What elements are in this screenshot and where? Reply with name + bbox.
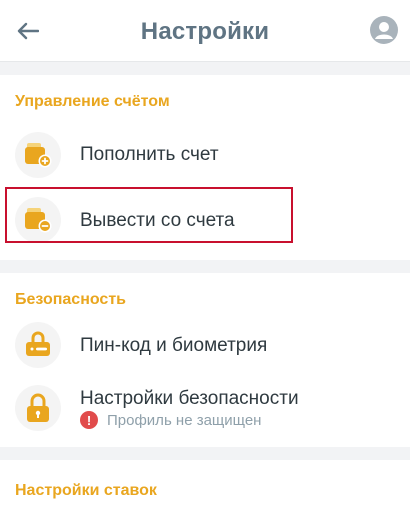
security-icon-wrap <box>15 385 61 431</box>
top-up-row[interactable]: Пополнить счет <box>0 124 410 186</box>
app-header: Настройки <box>0 0 410 62</box>
top-up-label: Пополнить счет <box>80 144 219 165</box>
page-title: Настройки <box>140 18 270 45</box>
withdraw-icon-wrap <box>15 197 61 243</box>
pin-biometry-label: Пин-код и биометрия <box>80 335 268 356</box>
security-status-text: Профиль не защищен <box>107 411 262 429</box>
security-settings-row[interactable]: Настройки безопасности <box>0 377 410 439</box>
bets-section: Настройки ставок <box>0 460 410 515</box>
wallet-minus-icon <box>25 208 52 233</box>
avatar-button[interactable] <box>370 16 398 44</box>
top-up-icon-wrap <box>15 132 61 178</box>
wallet-plus-icon <box>25 143 52 168</box>
account-section: Управление счётом Пополнить счет Вывести… <box>0 75 410 260</box>
account-section-title: Управление счётом <box>15 93 170 110</box>
bets-section-title[interactable]: Настройки ставок <box>15 482 157 500</box>
lock-pin-icon <box>26 331 50 356</box>
pin-icon-wrap <box>15 322 61 368</box>
withdraw-row[interactable]: Вывести со счета <box>0 189 410 251</box>
user-avatar-icon <box>370 16 398 44</box>
security-settings-label: Настройки безопасности <box>80 388 299 409</box>
security-section-title: Безопасность <box>15 291 126 308</box>
withdraw-label: Вывести со счета <box>80 210 235 231</box>
security-status: ! Профиль не защищен <box>80 411 261 429</box>
pin-biometry-row[interactable]: Пин-код и биометрия <box>0 314 410 376</box>
padlock-open-icon <box>27 393 49 422</box>
exclamation-icon: ! <box>80 411 98 429</box>
